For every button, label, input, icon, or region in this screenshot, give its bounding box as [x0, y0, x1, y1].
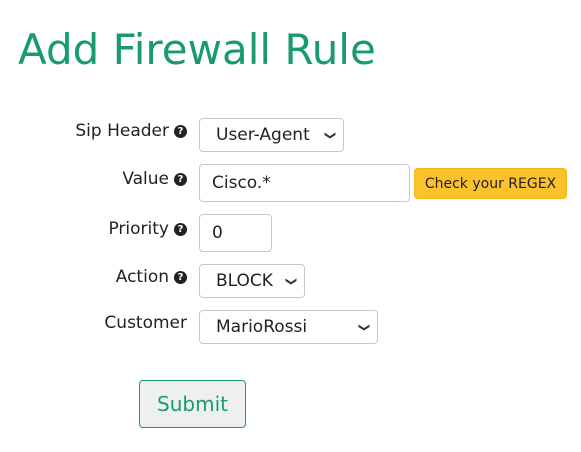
value-label: Value: [122, 169, 169, 189]
sip-header-select[interactable]: User-Agent ❯: [199, 118, 344, 152]
priority-label-group: Priority ?: [108, 218, 187, 240]
customer-select[interactable]: MarioRossi ❯: [199, 310, 378, 344]
page-title: Add Firewall Rule: [18, 25, 376, 74]
sip-header-label-group: Sip Header ?: [75, 120, 187, 142]
value-label-group: Value ?: [122, 168, 187, 190]
customer-label: Customer: [104, 313, 187, 333]
action-select[interactable]: BLOCK ❯: [199, 264, 305, 298]
question-circle-icon[interactable]: ?: [174, 222, 187, 236]
sip-header-label: Sip Header: [75, 121, 169, 141]
question-circle-icon[interactable]: ?: [174, 124, 187, 138]
question-circle-icon[interactable]: ?: [174, 172, 187, 186]
priority-input-text: 0: [212, 223, 223, 243]
chevron-down-icon: ❯: [323, 130, 337, 140]
check-regex-button[interactable]: Check your REGEX: [414, 168, 567, 199]
priority-label: Priority: [108, 219, 169, 239]
customer-select-value: MarioRossi: [216, 317, 308, 337]
action-label-group: Action ?: [116, 266, 187, 288]
chevron-down-icon: ❯: [357, 322, 371, 332]
value-input[interactable]: Cisco.*: [199, 164, 410, 202]
submit-button[interactable]: Submit: [139, 380, 246, 428]
value-input-text: Cisco.*: [212, 173, 271, 193]
sip-header-select-value: User-Agent: [216, 125, 310, 145]
customer-label-group: Customer: [104, 312, 187, 334]
action-label: Action: [115, 267, 169, 287]
priority-input[interactable]: 0: [199, 214, 272, 252]
action-select-value: BLOCK: [216, 271, 273, 291]
chevron-down-icon: ❯: [284, 276, 298, 286]
question-circle-icon[interactable]: ?: [174, 270, 187, 284]
